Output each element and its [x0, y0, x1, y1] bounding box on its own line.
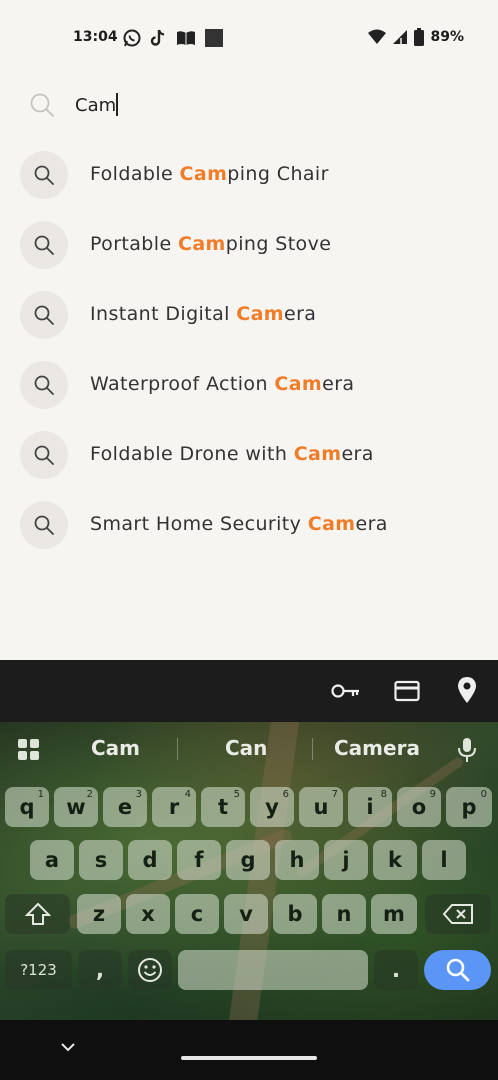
suggestion-search-icon: [20, 431, 68, 479]
key-d[interactable]: d: [128, 840, 172, 880]
home-handle[interactable]: [181, 1056, 317, 1060]
suggestion-item[interactable]: Instant Digital Camera: [0, 282, 498, 346]
suggestion-item[interactable]: Waterproof Action Camera: [0, 352, 498, 416]
key-k[interactable]: k: [373, 840, 417, 880]
battery-percentage: 89%: [430, 29, 464, 45]
backspace-key[interactable]: [425, 894, 491, 934]
key-o[interactable]: o9: [397, 787, 441, 827]
keyboard: Cam Can Camera q1 w2 e3 r4 t5 y6 u7 i8 o…: [0, 722, 498, 1020]
key-b[interactable]: b: [273, 894, 317, 934]
key-m[interactable]: m: [371, 894, 417, 934]
key-x[interactable]: x: [126, 894, 170, 934]
suggestion-item[interactable]: Portable Camping Stove: [0, 212, 498, 276]
word-suggestion-bar: Cam Can Camera: [0, 722, 498, 776]
suggestion-text: Portable Camping Stove: [90, 233, 332, 255]
key-r[interactable]: r4: [152, 787, 196, 827]
divider: [312, 738, 313, 760]
space-bar[interactable]: [178, 950, 368, 990]
navigation-bar: [0, 1020, 498, 1080]
key-l[interactable]: l: [422, 840, 466, 880]
text-cursor: [116, 93, 118, 116]
key-p[interactable]: p0: [446, 787, 492, 827]
key-y[interactable]: y6: [250, 787, 294, 827]
key-g[interactable]: g: [226, 840, 270, 880]
key-a[interactable]: a: [30, 840, 74, 880]
signal-icon: [393, 30, 408, 44]
key-s[interactable]: s: [79, 840, 123, 880]
key-v[interactable]: v: [224, 894, 268, 934]
system-icons: 89%: [368, 28, 464, 46]
key-n[interactable]: n: [322, 894, 366, 934]
search-icon: [30, 93, 54, 117]
key-c[interactable]: c: [175, 894, 219, 934]
suggestion-text: Smart Home Security Camera: [90, 513, 388, 535]
suggestion-text: Foldable Camping Chair: [90, 163, 329, 185]
key-w[interactable]: w2: [54, 787, 98, 827]
divider: [177, 738, 178, 760]
notification-icons: [122, 28, 224, 48]
key-i[interactable]: i8: [348, 787, 392, 827]
suggestion-item[interactable]: Foldable Camping Chair: [0, 142, 498, 206]
key-h[interactable]: h: [275, 840, 319, 880]
status-bar: 13:04 89%: [0, 0, 498, 76]
key-icon[interactable]: [331, 682, 361, 700]
search-input[interactable]: [75, 91, 455, 119]
suggestion-text: Waterproof Action Camera: [90, 373, 355, 395]
key-q[interactable]: q1: [5, 787, 49, 827]
key-z[interactable]: z: [77, 894, 121, 934]
key-j[interactable]: j: [324, 840, 368, 880]
suggestion-item[interactable]: Smart Home Security Camera: [0, 492, 498, 556]
suggestion-search-icon: [20, 291, 68, 339]
suggestion-search-icon: [20, 361, 68, 409]
apps-grid-icon[interactable]: [17, 738, 41, 762]
suggestion-text: Instant Digital Camera: [90, 303, 317, 325]
key-e[interactable]: e3: [103, 787, 147, 827]
suggestion-text: Foldable Drone with Camera: [90, 443, 374, 465]
key-u[interactable]: u7: [299, 787, 343, 827]
location-pin-icon[interactable]: [456, 676, 478, 704]
microphone-icon[interactable]: [457, 737, 477, 763]
suggestion-search-icon: [20, 221, 68, 269]
status-time: 13:04: [73, 29, 118, 45]
search-icon: [446, 958, 469, 982]
square-icon: [205, 29, 223, 47]
comma-key[interactable]: ,: [78, 950, 122, 990]
suggestion-item[interactable]: Foldable Drone with Camera: [0, 422, 498, 486]
backspace-icon: [442, 904, 473, 924]
whatsapp-icon: [123, 29, 141, 47]
suggestion-search-icon: [20, 501, 68, 549]
symbols-key[interactable]: ?123: [5, 950, 72, 990]
shift-key[interactable]: [5, 894, 70, 934]
word-suggestion[interactable]: Camera: [334, 736, 420, 760]
word-suggestion[interactable]: Can: [225, 736, 267, 760]
search-action-key[interactable]: [424, 950, 491, 990]
wifi-icon: [368, 29, 387, 44]
battery-icon: [414, 28, 425, 46]
word-suggestion[interactable]: Cam: [91, 736, 140, 760]
tiktok-icon: [150, 29, 165, 46]
emoji-icon: [138, 958, 162, 982]
book-icon: [177, 31, 195, 45]
suggestion-search-icon: [20, 151, 68, 199]
period-key[interactable]: .: [374, 950, 418, 990]
key-t[interactable]: t5: [201, 787, 245, 827]
emoji-key[interactable]: [128, 950, 172, 990]
card-icon[interactable]: [394, 680, 420, 702]
keyboard-toolbar: [0, 660, 498, 722]
search-bar[interactable]: [0, 80, 498, 130]
shift-icon: [24, 902, 51, 925]
chevron-down-icon[interactable]: [60, 1042, 76, 1052]
key-f[interactable]: f: [177, 840, 221, 880]
